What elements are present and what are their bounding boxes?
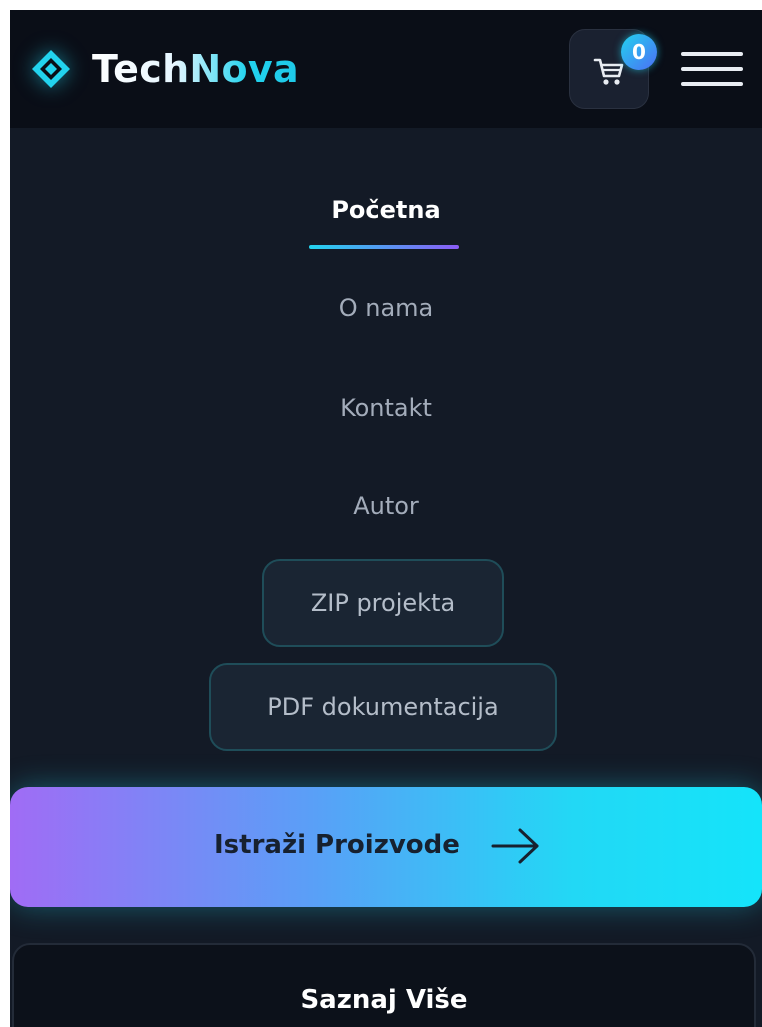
- hamburger-menu-icon[interactable]: [681, 52, 743, 88]
- top-header: TechNova 0: [10, 10, 762, 128]
- arrow-right-icon: [490, 827, 542, 865]
- cart-icon: [592, 54, 626, 88]
- brand-logo[interactable]: TechNova: [30, 44, 299, 94]
- page: TechNova 0 Početna O nama Kontakt Autor …: [0, 0, 762, 1027]
- cart-count-badge: 0: [621, 34, 657, 70]
- brand-name: TechNova: [92, 44, 299, 94]
- app-screen: TechNova 0 Početna O nama Kontakt Autor …: [10, 10, 762, 1027]
- pdf-documentation-button[interactable]: PDF dokumentacija: [209, 663, 557, 751]
- learn-more-button[interactable]: Saznaj Više: [12, 943, 756, 1027]
- nav-item-pocetna[interactable]: Početna: [10, 196, 762, 224]
- cart-button[interactable]: 0: [569, 29, 657, 109]
- zip-project-button[interactable]: ZIP projekta: [262, 559, 504, 647]
- nav-item-kontakt[interactable]: Kontakt: [10, 394, 762, 422]
- diamond-logo-icon: [30, 48, 72, 90]
- learn-more-label: Saznaj Više: [300, 985, 468, 1015]
- explore-products-button[interactable]: Istraži Proizvode: [10, 787, 762, 907]
- nav-item-o-nama[interactable]: O nama: [10, 294, 762, 322]
- explore-products-label: Istraži Proizvode: [214, 830, 460, 860]
- active-nav-underline: [309, 245, 459, 249]
- nav-item-autor[interactable]: Autor: [10, 492, 762, 520]
